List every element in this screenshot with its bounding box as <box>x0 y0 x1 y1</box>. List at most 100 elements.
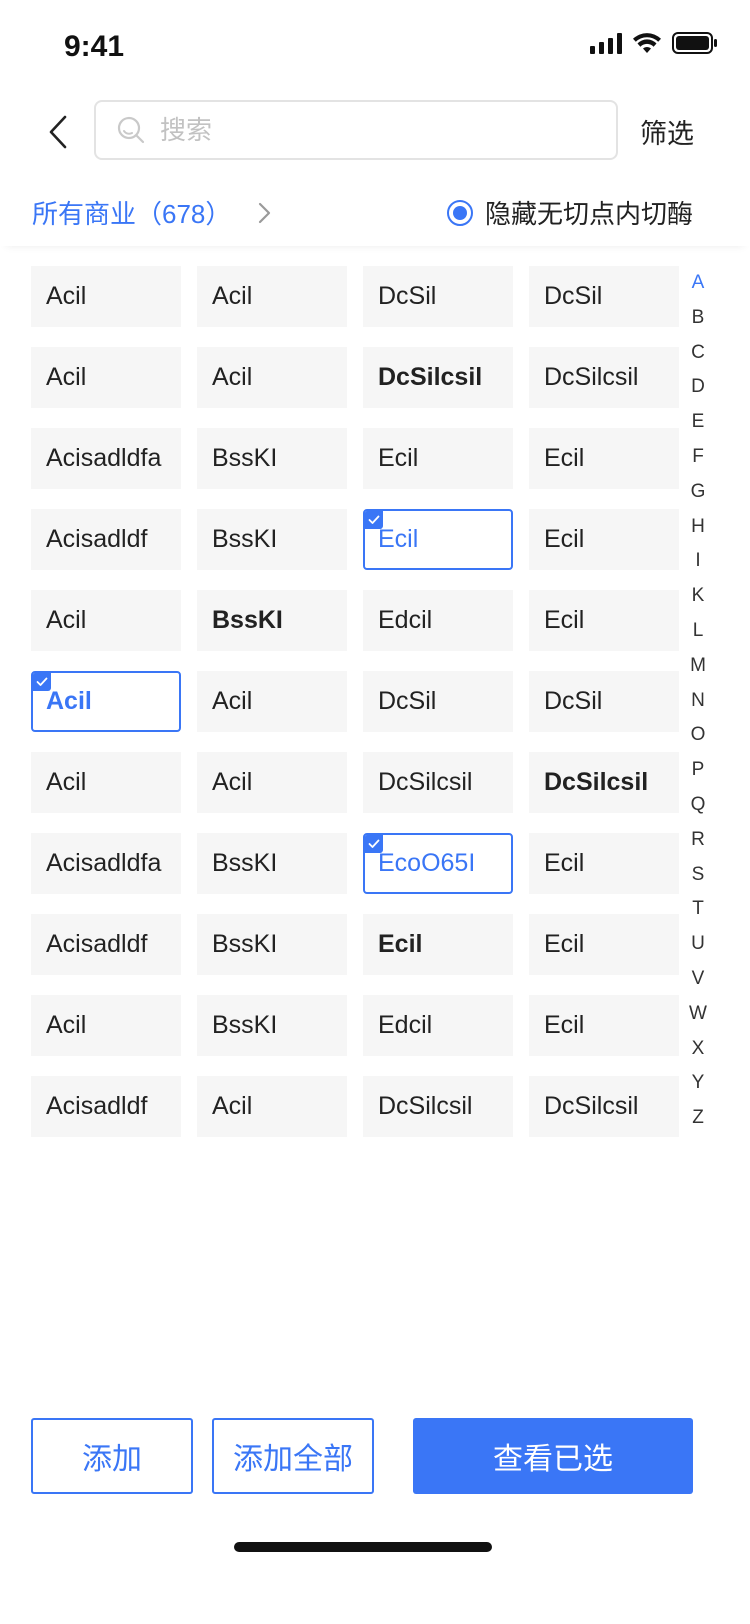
enzyme-cell-label: Acisadldfa <box>46 849 162 877</box>
enzyme-cell[interactable]: Acisadldfa <box>31 833 181 894</box>
add-all-button[interactable]: 添加全部 <box>212 1418 374 1494</box>
alphabet-letter[interactable]: B <box>692 301 705 336</box>
enzyme-cell[interactable]: Acil <box>197 671 347 732</box>
enzyme-cell[interactable]: Acisadldf <box>31 1076 181 1137</box>
enzyme-cell[interactable]: Acil <box>31 266 181 327</box>
alphabet-letter[interactable]: N <box>691 684 705 719</box>
back-button[interactable] <box>38 110 78 154</box>
alphabet-letter[interactable]: M <box>690 649 706 684</box>
alphabet-letter[interactable]: S <box>692 858 705 893</box>
alphabet-letter[interactable]: P <box>692 753 705 788</box>
enzyme-cell-label: DcSil <box>378 282 437 310</box>
enzyme-cell[interactable]: Ecil <box>529 833 679 894</box>
subheader: 所有商业（678） 隐藏无切点内切酶 <box>0 180 750 246</box>
enzyme-cell-label: DcSilcsil <box>544 363 639 391</box>
checkmark-icon <box>365 835 383 853</box>
enzyme-cell[interactable]: Ecil <box>529 590 679 651</box>
alphabet-letter[interactable]: H <box>691 510 705 545</box>
enzyme-cell[interactable]: Edcil <box>363 995 513 1056</box>
enzyme-cell[interactable]: Ecil <box>529 914 679 975</box>
enzyme-cell[interactable]: DcSilcsil <box>529 347 679 408</box>
enzyme-cell[interactable]: Acisadldf <box>31 509 181 570</box>
enzyme-cell[interactable]: BssKI <box>197 590 347 651</box>
enzyme-cell[interactable]: DcSilcsil <box>363 1076 513 1137</box>
alphabet-letter[interactable]: O <box>691 718 706 753</box>
enzyme-cell[interactable]: Ecil <box>529 509 679 570</box>
alphabet-letter[interactable]: I <box>695 544 700 579</box>
enzyme-cell-label: Ecil <box>544 1011 585 1039</box>
alphabet-letter[interactable]: F <box>692 440 704 475</box>
enzyme-cell[interactable]: BssKI <box>197 833 347 894</box>
enzyme-cell-label: DcSil <box>544 282 603 310</box>
enzyme-cell[interactable]: Ecil <box>529 995 679 1056</box>
battery-icon <box>672 32 717 54</box>
view-selected-button[interactable]: 查看已选 <box>413 1418 693 1494</box>
enzyme-cell-label: DcSil <box>378 687 437 715</box>
alphabet-letter[interactable]: L <box>693 614 704 649</box>
alphabet-letter[interactable]: D <box>691 370 705 405</box>
enzyme-cell[interactable]: DcSil <box>529 671 679 732</box>
enzyme-cell[interactable]: Edcil <box>363 590 513 651</box>
enzyme-cell[interactable]: Acil <box>197 266 347 327</box>
enzyme-cell[interactable]: DcSil <box>363 266 513 327</box>
enzyme-cell[interactable]: BssKI <box>197 509 347 570</box>
search-box[interactable] <box>94 100 618 160</box>
alphabet-letter[interactable]: W <box>689 997 707 1032</box>
alphabet-letter[interactable]: E <box>692 405 705 440</box>
all-business-link[interactable]: 所有商业（678） <box>32 194 273 231</box>
screen: 9:41 筛 <box>0 0 750 1624</box>
enzyme-cell[interactable]: DcSilcsil <box>529 752 679 813</box>
enzyme-cell[interactable]: DcSil <box>529 266 679 327</box>
alphabet-letter[interactable]: T <box>692 892 704 927</box>
enzyme-cell[interactable]: DcSilcsil <box>363 752 513 813</box>
alphabet-letter[interactable]: R <box>691 823 705 858</box>
hide-enzymes-toggle[interactable]: 隐藏无切点内切酶 <box>446 194 693 231</box>
enzyme-cell[interactable]: Acil <box>31 671 181 732</box>
alphabet-letter[interactable]: X <box>692 1032 705 1067</box>
enzyme-cell-label: Acil <box>46 282 87 310</box>
enzyme-cell-label: Acisadldf <box>46 1092 148 1120</box>
alphabet-letter[interactable]: G <box>691 475 706 510</box>
alphabet-letter[interactable]: K <box>692 579 705 614</box>
alphabet-letter[interactable]: A <box>692 266 705 301</box>
enzyme-cell[interactable]: Ecil <box>363 509 513 570</box>
enzyme-cell[interactable]: DcSilcsil <box>529 1076 679 1137</box>
search-input[interactable] <box>158 113 582 147</box>
enzyme-cell[interactable]: Ecil <box>529 428 679 489</box>
enzyme-cell[interactable]: EcoO65I <box>363 833 513 894</box>
enzyme-cell-label: Ecil <box>544 849 585 877</box>
enzyme-cell[interactable]: BssKI <box>197 914 347 975</box>
alphabet-letter[interactable]: C <box>691 336 705 371</box>
enzyme-cell[interactable]: Acil <box>31 590 181 651</box>
signal-icon <box>590 32 622 54</box>
enzyme-cell[interactable]: Acil <box>31 752 181 813</box>
enzyme-cell[interactable]: Acil <box>31 995 181 1056</box>
enzyme-cell-label: Acil <box>46 1011 87 1039</box>
radio-checked-icon[interactable] <box>446 199 473 226</box>
status-bar: 9:41 <box>0 0 750 90</box>
enzyme-cell[interactable]: Acisadldf <box>31 914 181 975</box>
alphabet-letter[interactable]: Y <box>692 1066 705 1101</box>
enzyme-cell-label: BssKI <box>212 930 278 958</box>
filter-button[interactable]: 筛选 <box>640 112 694 151</box>
enzyme-cell[interactable]: Acil <box>197 1076 347 1137</box>
enzyme-cell[interactable]: Acil <box>31 347 181 408</box>
enzyme-cell-label: Acil <box>46 363 87 391</box>
alphabet-letter[interactable]: U <box>691 927 705 962</box>
enzyme-cell[interactable]: Acil <box>197 347 347 408</box>
enzyme-cell[interactable]: DcSil <box>363 671 513 732</box>
search-icon <box>117 116 145 144</box>
enzyme-cell[interactable]: DcSilcsil <box>363 347 513 408</box>
add-button[interactable]: 添加 <box>31 1418 193 1494</box>
enzyme-cell[interactable]: BssKI <box>197 995 347 1056</box>
enzyme-cell-label: BssKI <box>212 606 283 634</box>
alphabet-index: ABCDEFGHIKLMNOPQRSTUVWXYZ <box>686 266 710 1136</box>
enzyme-cell[interactable]: Ecil <box>363 914 513 975</box>
alphabet-letter[interactable]: Q <box>691 788 706 823</box>
enzyme-cell[interactable]: Ecil <box>363 428 513 489</box>
enzyme-cell[interactable]: BssKI <box>197 428 347 489</box>
alphabet-letter[interactable]: Z <box>692 1101 704 1136</box>
enzyme-cell[interactable]: Acil <box>197 752 347 813</box>
enzyme-cell[interactable]: Acisadldfa <box>31 428 181 489</box>
alphabet-letter[interactable]: V <box>692 962 705 997</box>
